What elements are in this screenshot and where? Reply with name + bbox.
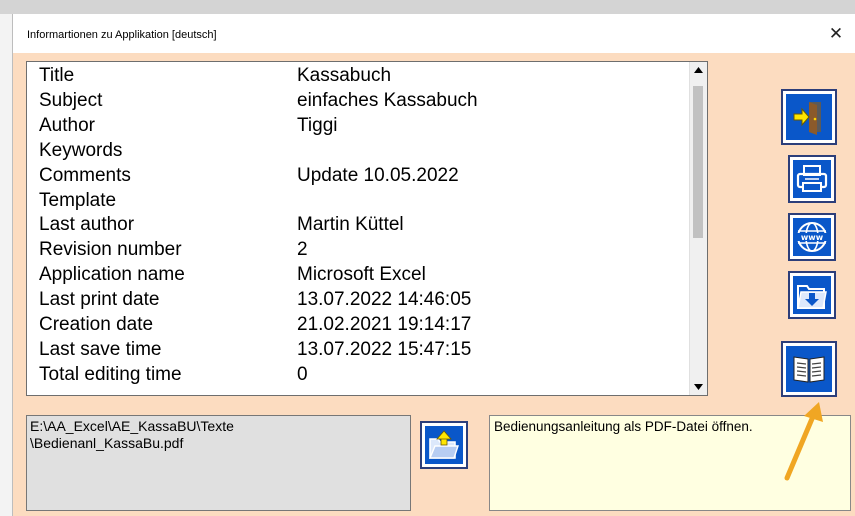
property-value: 2 (297, 239, 308, 261)
property-value: Update 10.05.2022 (297, 164, 459, 186)
property-value: einfaches Kassabuch (297, 89, 478, 111)
properties-listbox[interactable]: Title Kassabuch Subject einfaches Kassabuch… (26, 61, 708, 396)
scroll-down-arrow-icon[interactable] (690, 378, 707, 395)
open-folder-up-icon (425, 426, 463, 464)
close-button[interactable]: ✕ (821, 22, 851, 46)
annotation-arrow-icon (784, 402, 823, 481)
manual-button[interactable] (781, 341, 837, 397)
property-key: Revision number (39, 239, 182, 261)
property-key: Last author (39, 214, 135, 236)
dialog-title: Informartionen zu Applikation [deutsch] (27, 29, 217, 41)
scrollbar-thumb[interactable] (693, 86, 703, 238)
title-bar: Informartionen zu Applikation [deutsch] … (13, 14, 855, 53)
property-value: Martin Küttel (297, 214, 404, 236)
property-value: 13.07.2022 15:47:15 (297, 338, 472, 360)
web-button[interactable]: www (788, 213, 836, 261)
background-strip (0, 0, 855, 14)
property-value: 13.07.2022 14:46:05 (297, 289, 472, 311)
folder-download-icon (793, 276, 831, 314)
listbox-scrollbar[interactable] (689, 62, 707, 395)
exit-button[interactable] (781, 89, 837, 145)
property-key: Last save time (39, 338, 162, 360)
path-line-2: \Bedienanl_KassaBu.pdf (30, 435, 184, 451)
path-line-1: E:\AA_Excel\AE_KassaBU\Texte (30, 418, 234, 434)
property-value: Microsoft Excel (297, 264, 426, 286)
property-key: Comments (39, 164, 131, 186)
open-pdf-folder-button[interactable] (420, 421, 468, 469)
property-key: Creation date (39, 314, 154, 335)
property-value: 21.02.2021 19:14:17 (297, 314, 472, 335)
property-key: Keywords (39, 139, 123, 161)
pdf-path-textbox[interactable]: E:\AA_Excel\AE_KassaBU\Texte \Bedienanl_… (26, 415, 411, 511)
property-key: Application name (39, 264, 185, 286)
www-globe-icon: www (793, 218, 831, 256)
property-key: Last print date (39, 289, 160, 311)
printer-icon (793, 160, 831, 198)
open-book-icon (786, 346, 832, 392)
property-value: Tiggi (297, 114, 338, 136)
property-key: Template (39, 189, 117, 211)
exit-door-icon (786, 94, 832, 140)
save-folder-button[interactable] (788, 271, 836, 319)
property-value: 0 (297, 363, 308, 385)
print-button[interactable] (788, 155, 836, 203)
scroll-up-arrow-icon[interactable] (690, 62, 707, 79)
info-dialog: Informartionen zu Applikation [deutsch] … (12, 14, 855, 516)
background-spreadsheet-edge (0, 14, 12, 516)
property-key: Author (39, 114, 95, 136)
property-value: Kassabuch (297, 65, 392, 86)
dialog-client-area: Title Kassabuch Subject einfaches Kassabuch… (13, 53, 855, 516)
property-key: Title (39, 65, 75, 86)
property-key: Subject (39, 89, 103, 111)
property-key: Total editing time (39, 363, 182, 385)
svg-text:www: www (801, 233, 824, 242)
